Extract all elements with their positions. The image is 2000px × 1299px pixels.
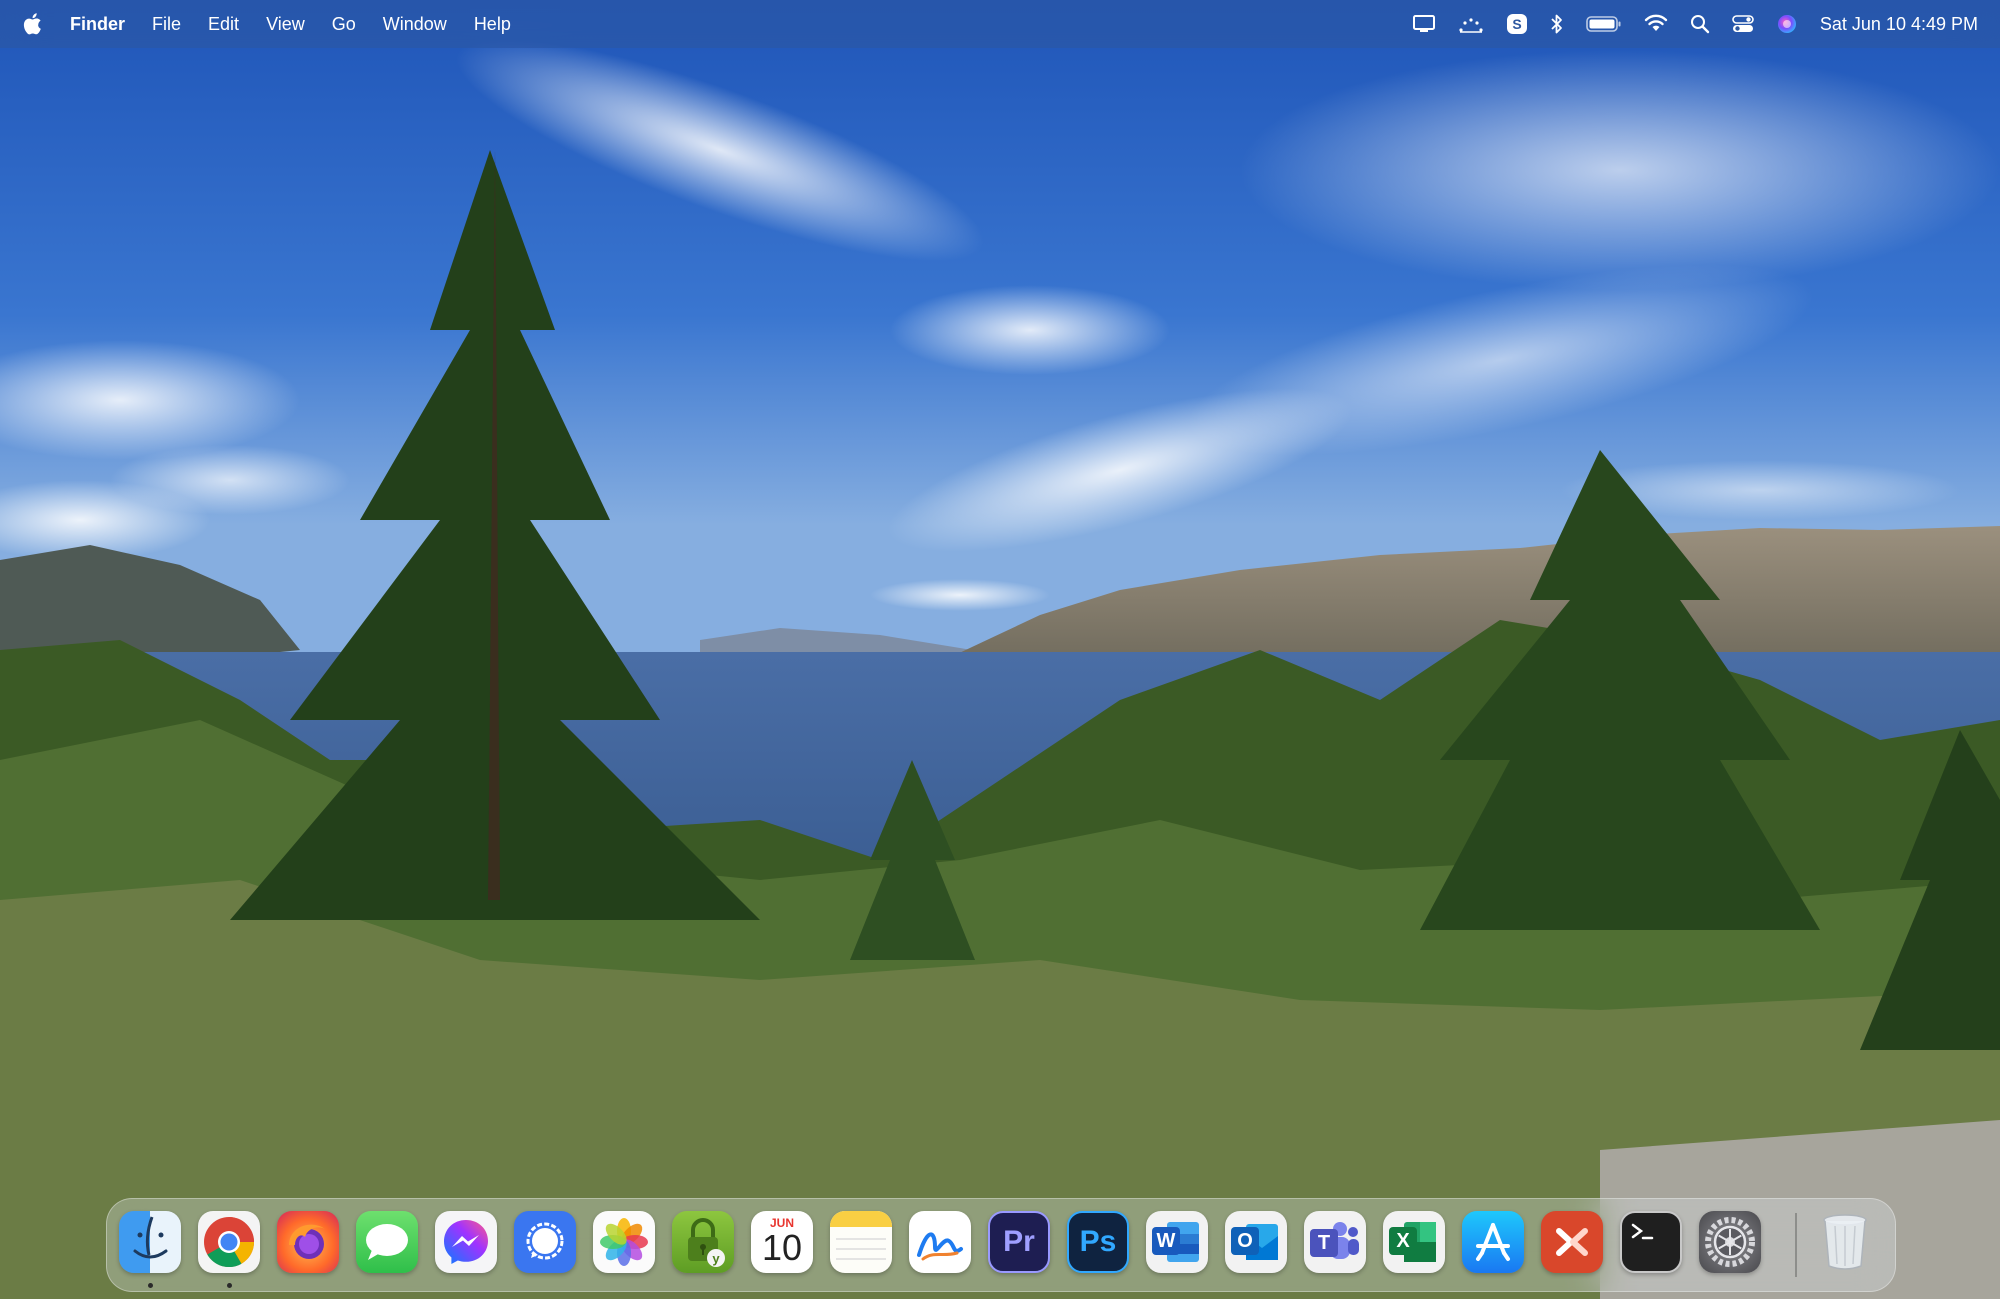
notes-icon xyxy=(830,1211,892,1260)
menu-bar-left: Finder File Edit View Go Window Help xyxy=(0,0,538,48)
dock-app-terminal[interactable] xyxy=(1620,1211,1682,1273)
dock: y JUN 10 Pr Ps W O T X xyxy=(106,1198,1896,1292)
photos-icon xyxy=(600,1218,648,1266)
dock-app-chrome[interactable] xyxy=(198,1211,260,1273)
app-store-icon xyxy=(1476,1223,1510,1261)
messages-icon xyxy=(366,1224,408,1260)
dock-app-photos[interactable] xyxy=(593,1211,655,1273)
firefox-icon xyxy=(289,1224,325,1259)
photoshop-icon: Ps xyxy=(1079,1225,1117,1258)
skype-icon[interactable]: S xyxy=(1506,0,1528,48)
siri-icon[interactable] xyxy=(1776,0,1798,48)
menu-window[interactable]: Window xyxy=(383,14,447,35)
dock-app-signal[interactable] xyxy=(514,1211,576,1273)
dock-app-firefox[interactable] xyxy=(277,1211,339,1273)
calendar-day-label: 10 xyxy=(761,1227,803,1268)
freeform-icon xyxy=(917,1232,963,1261)
running-indicator-chrome xyxy=(227,1283,232,1288)
apple-logo-icon[interactable] xyxy=(22,11,44,37)
word-icon: W xyxy=(1152,1227,1180,1255)
dock-app-app-store[interactable] xyxy=(1462,1211,1524,1273)
dock-separator xyxy=(1795,1213,1797,1277)
bluetooth-icon[interactable] xyxy=(1550,0,1564,48)
menu-help[interactable]: Help xyxy=(474,14,511,35)
outlook-icon: O xyxy=(1231,1227,1259,1255)
menu-file[interactable]: File xyxy=(152,14,181,35)
teams-icon: T xyxy=(1310,1229,1338,1257)
dock-app-finder[interactable] xyxy=(119,1211,181,1273)
premiere-icon: Pr xyxy=(1003,1225,1035,1258)
dock-app-freeform[interactable] xyxy=(909,1211,971,1273)
menu-bar-status-area: S Sat Jun 10 4:49 PM xyxy=(1390,0,1978,48)
dock-app-word[interactable]: W xyxy=(1146,1211,1208,1273)
battery-icon[interactable] xyxy=(1586,0,1622,48)
control-center-icon[interactable] xyxy=(1732,0,1754,48)
menu-edit[interactable]: Edit xyxy=(208,14,239,35)
dock-app-system-settings[interactable] xyxy=(1699,1211,1761,1273)
trash-icon xyxy=(1823,1214,1867,1270)
menu-bar: Finder File Edit View Go Window Help S S… xyxy=(0,0,2000,48)
dock-app-remote-desktop[interactable] xyxy=(1541,1211,1603,1273)
spotlight-search-icon[interactable] xyxy=(1690,0,1710,48)
svg-text:y: y xyxy=(712,1251,720,1266)
remote-desktop-icon xyxy=(1556,1228,1588,1256)
dock-app-photoshop[interactable]: Ps xyxy=(1067,1211,1129,1273)
dock-app-excel[interactable]: X xyxy=(1383,1211,1445,1273)
wifi-icon[interactable] xyxy=(1644,0,1668,48)
messenger-icon xyxy=(444,1220,488,1264)
dock-app-notes[interactable] xyxy=(830,1211,892,1273)
excel-icon: X xyxy=(1389,1227,1417,1255)
dock-app-calendar[interactable]: JUN 10 xyxy=(751,1211,813,1273)
desktop-wallpaper[interactable] xyxy=(0,0,2000,1299)
menu-go[interactable]: Go xyxy=(332,14,356,35)
dock-app-messenger[interactable] xyxy=(435,1211,497,1273)
system-settings-gear-icon xyxy=(1705,1217,1755,1267)
svg-text:S: S xyxy=(1512,16,1521,32)
dock-app-outlook[interactable]: O xyxy=(1225,1211,1287,1273)
keychain-lock-icon: y xyxy=(688,1218,725,1267)
menu-view[interactable]: View xyxy=(266,14,305,35)
terminal-icon xyxy=(1631,1223,1654,1240)
display-icon[interactable] xyxy=(1412,0,1436,48)
running-indicator-finder xyxy=(148,1283,153,1288)
menu-bar-clock[interactable]: Sat Jun 10 4:49 PM xyxy=(1820,14,1978,35)
dock-app-keychain[interactable]: y xyxy=(672,1211,734,1273)
menu-app-finder[interactable]: Finder xyxy=(70,14,125,35)
dock-app-premiere[interactable]: Pr xyxy=(988,1211,1050,1273)
signal-icon xyxy=(526,1222,564,1260)
dock-trash[interactable] xyxy=(1814,1211,1876,1273)
chrome-icon xyxy=(204,1217,255,1268)
finder-icon xyxy=(133,1216,168,1259)
dots-arc-icon[interactable] xyxy=(1458,0,1484,48)
dock-app-teams[interactable]: T xyxy=(1304,1211,1366,1273)
dock-app-messages[interactable] xyxy=(356,1211,418,1273)
